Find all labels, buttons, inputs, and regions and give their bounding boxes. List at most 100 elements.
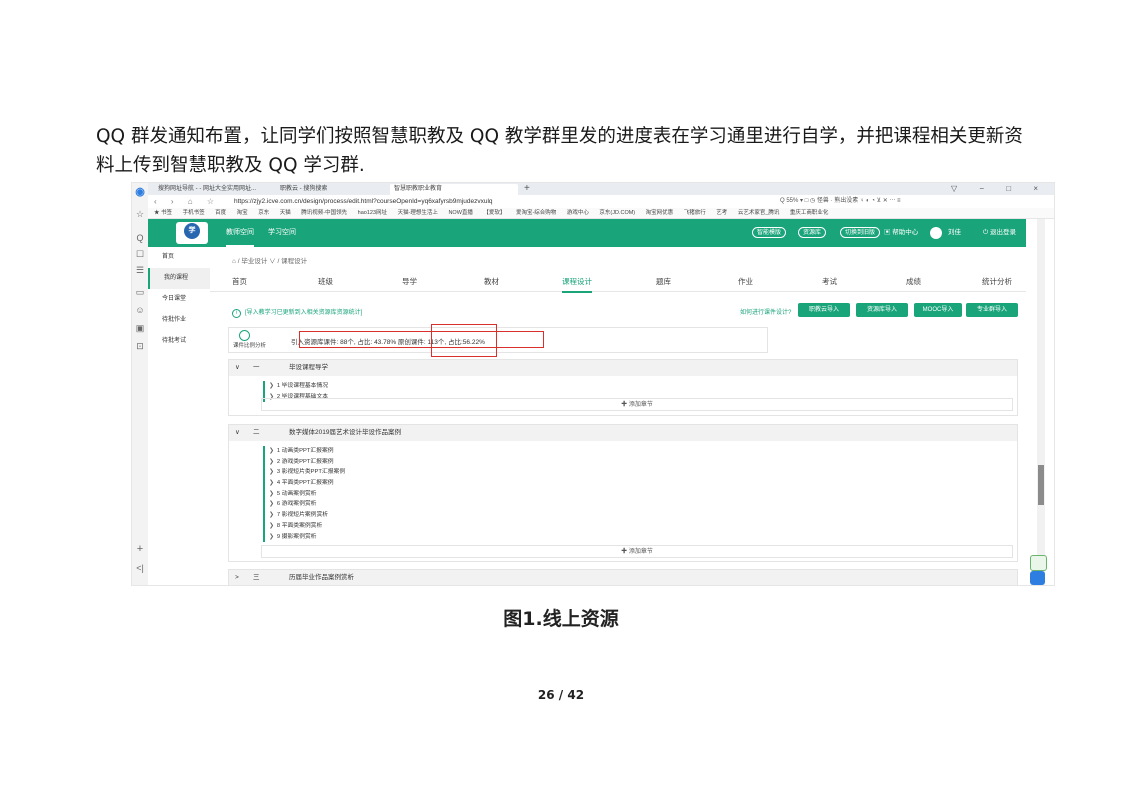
chapter-header[interactable]: > 三 历届毕业作品案例赏析 xyxy=(229,570,1017,585)
avatar[interactable] xyxy=(930,227,942,239)
tab-course-design[interactable]: 课程设计 xyxy=(562,273,592,293)
star-icon[interactable]: ☆ xyxy=(134,209,146,220)
chevron-right-icon: ❯ xyxy=(269,469,274,476)
list-icon[interactable]: ☰ xyxy=(134,265,146,276)
chapter-header[interactable]: ∨ 一 毕设课程导学 xyxy=(229,360,1017,376)
collapse-icon[interactable]: <| xyxy=(134,563,146,573)
tab-class[interactable]: 班级 xyxy=(318,273,333,291)
tab-sogou[interactable]: 搜狗网址导航 - - 网址大全实用网址... xyxy=(154,184,272,195)
nav-teacher-space[interactable]: 教师空间 xyxy=(226,219,254,247)
bookmark-item[interactable]: 云艺术家官_腾讯 xyxy=(738,210,780,216)
list-item[interactable]: ❯ 2 游戏类PPT汇报案例 xyxy=(269,457,345,468)
bookmark-item[interactable]: 重庆工商职业化 xyxy=(790,210,829,216)
list-item[interactable]: ❯ 7 影视短片案例赏析 xyxy=(269,510,345,521)
tab-exam[interactable]: 考试 xyxy=(822,273,837,291)
bookmark-item[interactable]: NOW直播 xyxy=(448,210,472,216)
bookmark-item[interactable]: 淘宝网优惠 xyxy=(646,210,674,216)
sidebar-item-pending-exams[interactable]: 待批考试 xyxy=(148,331,210,352)
list-item[interactable]: ❯ 5 动画案例赏析 xyxy=(269,489,345,500)
list-item[interactable]: ❯ 6 游戏案例赏析 xyxy=(269,499,345,510)
smart-template-button[interactable]: 智能模版 xyxy=(752,227,787,238)
list-item[interactable]: ❯ 8 平面类案例赏析 xyxy=(269,521,345,532)
scrollbar-thumb[interactable] xyxy=(1038,465,1044,505)
chat-icon[interactable]: ☺ xyxy=(134,305,146,315)
chevron-down-icon[interactable]: ∨ xyxy=(235,425,240,441)
address-bar-tools[interactable]: Q 55% ▾ □ ◷ 怪兽 · 熊出没素 ♀ ◐ ◔ ⊻ ✕ ⋯ ≡ xyxy=(780,195,901,208)
bookmark-item[interactable]: 京东(JD.COM) xyxy=(599,210,635,216)
tab-homework[interactable]: 作业 xyxy=(738,273,753,291)
chevron-right-icon: ❯ xyxy=(269,383,274,389)
bookmark-item[interactable]: 百度 xyxy=(215,210,226,216)
floating-browser-icon[interactable] xyxy=(1030,555,1047,571)
list-item[interactable]: ❯ 1 毕设课程基本情况 xyxy=(269,381,328,392)
chevron-down-icon[interactable]: ∨ xyxy=(235,360,240,376)
bookmark-item[interactable]: 爱淘宝-综合购物 xyxy=(516,210,556,216)
breadcrumb[interactable]: ⌂ / 毕业设计 ∨ / 课程设计 xyxy=(232,255,307,265)
bookmark-item[interactable]: hao123网址 xyxy=(358,210,387,216)
floating-chat-icon[interactable] xyxy=(1030,571,1045,585)
bookmark-item[interactable]: 艺考 xyxy=(716,210,727,216)
bookmark-item[interactable]: 游戏中心 xyxy=(567,210,589,216)
chevron-right-icon: ❯ xyxy=(269,533,274,540)
course-tabs: 首页 班级 导学 教材 课程设计 题库 作业 考试 成绩 统计分析 xyxy=(210,273,1026,293)
doc-icon[interactable]: ▣ xyxy=(134,323,146,334)
bookmark-item[interactable]: 天猫 xyxy=(280,210,291,216)
bookmark-item[interactable]: 【爱软】 xyxy=(483,210,505,216)
bookmark-item[interactable]: 天猫-理想生活上 xyxy=(398,210,438,216)
chapter-header[interactable]: ∨ 二 数字媒体2019届艺术设计毕设作品案例 xyxy=(229,425,1017,441)
bookmark-item[interactable]: 京东 xyxy=(258,210,269,216)
bookmark-item[interactable]: 腾讯视频-中国领先 xyxy=(301,210,347,216)
nav-buttons[interactable]: ‹ › ⌂ ☆ xyxy=(154,195,220,208)
add-chapter-button[interactable]: ✚ 添加章节 xyxy=(261,545,1013,558)
import-mooc-button[interactable]: MOOC导入 xyxy=(914,303,962,317)
user-name[interactable]: 刘佳 xyxy=(948,219,961,247)
sidebar-item-my-courses[interactable]: 我的课程 xyxy=(148,268,210,289)
bookmark-item[interactable]: ★ 书签 xyxy=(154,210,172,216)
tab-home[interactable]: 首页 xyxy=(232,273,247,291)
switch-old-version-button[interactable]: 切换到旧版 xyxy=(840,227,881,238)
site-header: 学 教师空间 学习空间 智能模版 资源库 切换到旧版 ▣ 帮助中心 刘佳 ⏻ 退… xyxy=(148,219,1026,247)
tab-statistics[interactable]: 统计分析 xyxy=(982,273,1012,291)
import-library-button[interactable]: 资源库导入 xyxy=(856,303,908,317)
logout-link[interactable]: ⏻ 退出登录 xyxy=(983,219,1016,247)
list-item[interactable]: ❯ 9 摄影案例赏析 xyxy=(269,532,345,543)
resource-library-button[interactable]: 资源库 xyxy=(798,227,827,238)
scrollbar[interactable] xyxy=(1037,219,1045,585)
nav-study-space[interactable]: 学习空间 xyxy=(268,219,296,247)
bookmark-item[interactable]: 淘宝 xyxy=(237,210,248,216)
window-controls[interactable]: ▽ − □ × xyxy=(951,183,1048,195)
window-icon[interactable]: ☐ xyxy=(134,249,146,260)
sidebar-item-home[interactable]: 首页 xyxy=(148,247,210,268)
cart-icon[interactable]: ⊡ xyxy=(134,341,146,352)
import-major-group-button[interactable]: 专业群导入 xyxy=(966,303,1018,317)
browser-side-strip: ◉ ☆ Q ☐ ☰ ▭ ☺ ▣ ⊡ + <| xyxy=(132,183,149,585)
list-item[interactable]: ❯ 1 动画类PPT汇报案例 xyxy=(269,446,345,457)
sidebar-item-pending-homework[interactable]: 待批作业 xyxy=(148,310,210,331)
site-logo[interactable]: 学 xyxy=(176,222,208,244)
sidebar-item-today-class[interactable]: 今日课堂 xyxy=(148,289,210,310)
tab-search[interactable]: 职教云 - 搜狗搜索 xyxy=(276,184,386,195)
tab-guide[interactable]: 导学 xyxy=(402,273,417,291)
tab-textbook[interactable]: 教材 xyxy=(484,273,499,291)
figure-caption: 图1.线上资源 xyxy=(503,608,619,630)
tab-icve[interactable]: 智慧职教职业教育 xyxy=(390,184,518,195)
import-tip[interactable]: i [导入教学习已更新到入相关资源库资源统计] xyxy=(232,307,362,318)
browser-logo-icon[interactable]: ◉ xyxy=(134,185,146,198)
url-input[interactable]: https://zjy2.icve.com.cn/design/process/… xyxy=(234,196,493,207)
tab-grades[interactable]: 成绩 xyxy=(906,273,921,291)
list-item[interactable]: ❯ 4 平面类PPT汇报案例 xyxy=(269,478,345,489)
chevron-right-icon[interactable]: > xyxy=(235,570,239,585)
screenshot-figure: ◉ ☆ Q ☐ ☰ ▭ ☺ ▣ ⊡ + <| 搜狗网址导航 - - 网址大全实用… xyxy=(131,182,1055,586)
search-icon[interactable]: Q xyxy=(134,233,146,243)
help-center-link[interactable]: ▣ 帮助中心 xyxy=(884,219,918,247)
bookmark-item[interactable]: 飞猪旅行 xyxy=(684,210,706,216)
howto-link[interactable]: 如何进行课件设计? xyxy=(740,307,791,316)
plus-icon[interactable]: + xyxy=(134,543,146,555)
list-item[interactable]: ❯ 3 影视短片类PPT汇报案例 xyxy=(269,467,345,478)
bookmark-item[interactable]: 手机书签 xyxy=(183,210,205,216)
import-zjy-button[interactable]: 职教云导入 xyxy=(798,303,850,317)
video-icon[interactable]: ▭ xyxy=(134,287,146,298)
new-tab-icon[interactable]: + xyxy=(524,183,530,194)
tab-question-bank[interactable]: 题库 xyxy=(656,273,671,291)
add-chapter-button[interactable]: ✚ 添加章节 xyxy=(261,398,1013,411)
